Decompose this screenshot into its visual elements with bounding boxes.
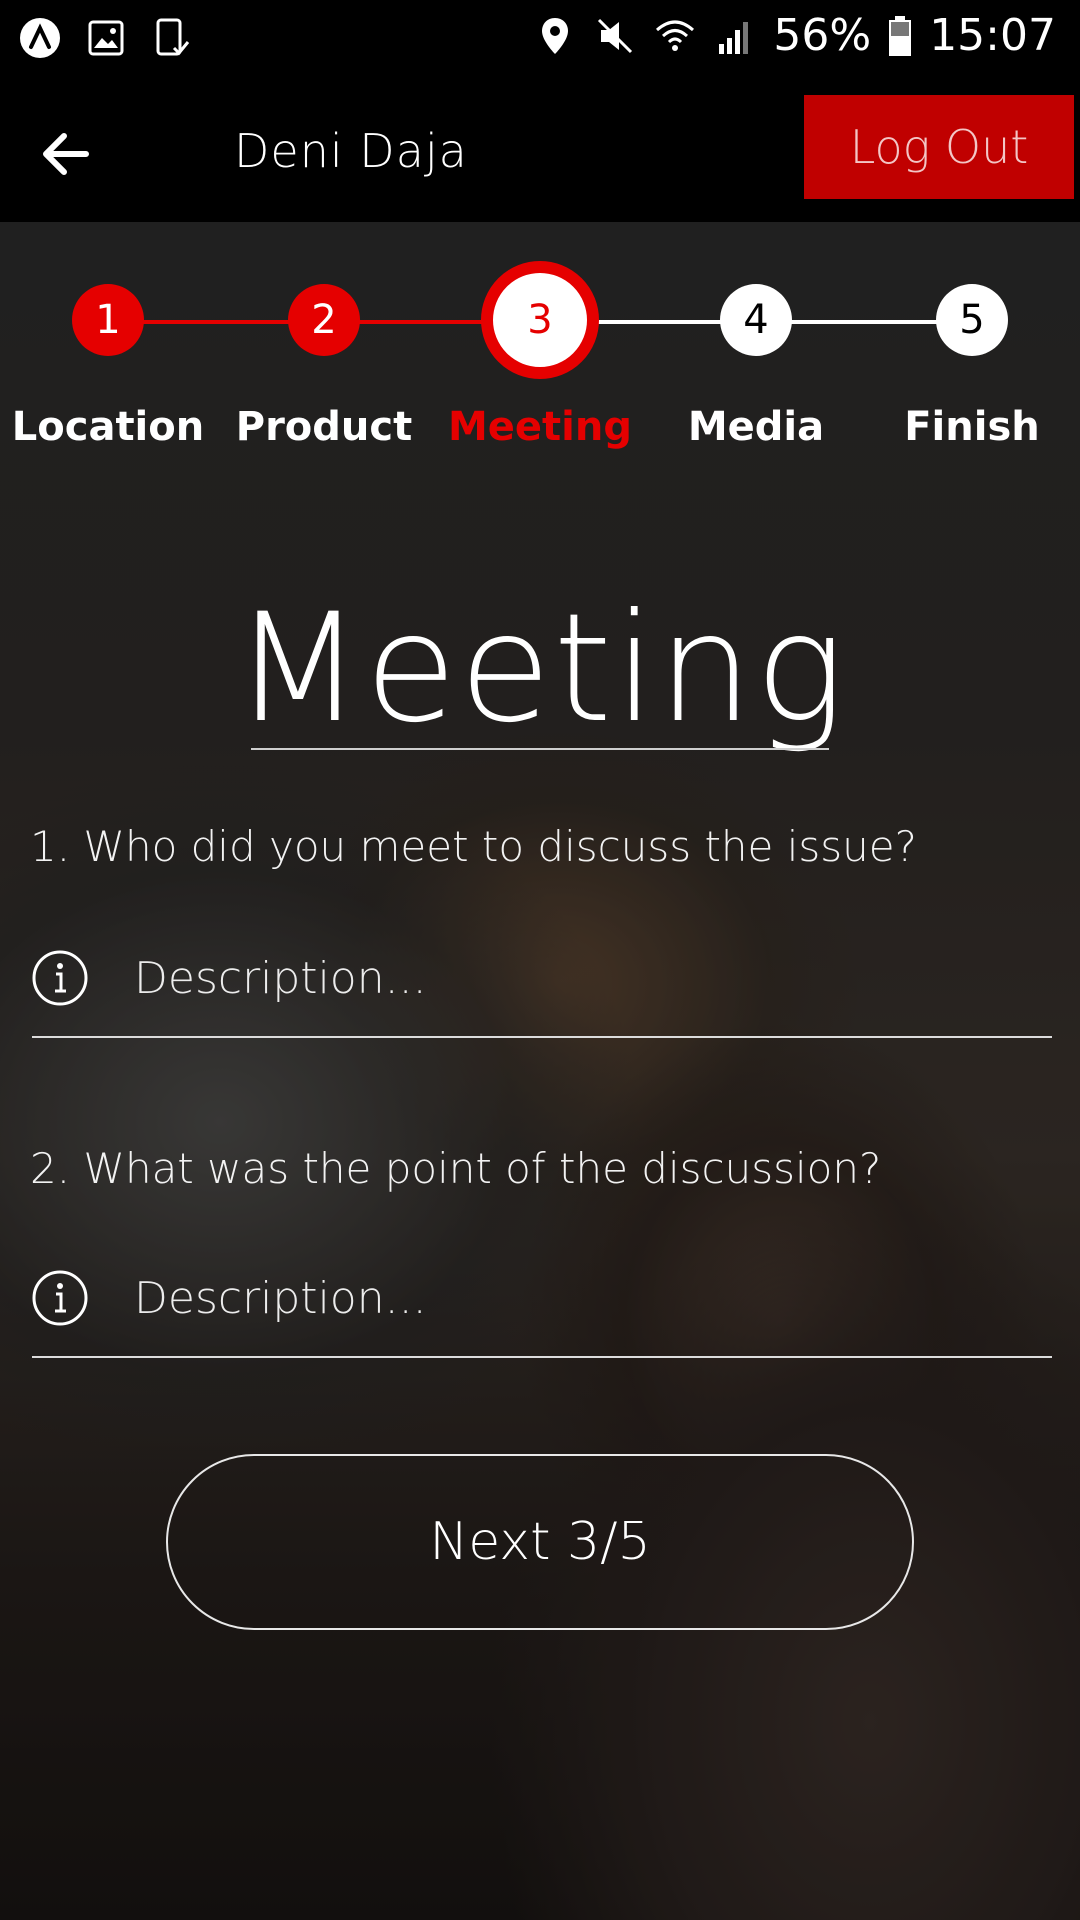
step-4-circle[interactable]: 4 [720,284,792,356]
step-2-label: Product [235,404,413,450]
question-1-label: 1. Who did you meet to discuss the issue… [30,822,917,871]
location-icon [542,17,569,54]
step-5-label: Finish [904,404,1040,450]
field-underline [32,1036,1052,1038]
info-icon [32,1270,88,1326]
logout-button[interactable]: Log Out [804,95,1074,199]
step-4-label: Media [687,404,825,450]
battery-percent: 56% [773,10,872,61]
clock: 15:07 [929,10,1056,61]
question-1-field [32,928,1052,1038]
step-1-label: Location [11,404,205,450]
step-3-circle[interactable]: 3 [481,261,599,379]
step-2-circle[interactable]: 2 [288,284,360,356]
signal-icon [719,21,749,54]
step-5-circle[interactable]: 5 [936,284,1008,356]
step-1-circle[interactable]: 1 [72,284,144,356]
next-button[interactable]: Next 3/5 [166,1454,914,1630]
question-2-input[interactable] [132,1262,1036,1334]
app-icon [20,18,60,58]
step-3-label: Meeting [447,404,632,450]
main-content: 1 2 3 4 5 Location Product Meeting Media… [0,222,1080,1920]
page-title: Meeting [233,582,847,756]
question-2-label: 2. What was the point of the discussion? [30,1144,882,1193]
app-bar: Deni Daja Log Out [0,78,1080,222]
field-underline [32,1356,1052,1358]
mute-icon [598,18,633,53]
back-arrow-icon[interactable] [36,122,100,186]
battery-icon [889,15,912,56]
status-bar: 56% 15:07 [0,0,1080,78]
wifi-icon [656,20,695,51]
question-2-field [32,1248,1052,1358]
user-name: Deni Daja [234,124,468,178]
title-underline [251,748,829,750]
progress-stepper: 1 2 3 4 5 Location Product Meeting Media… [0,222,1080,482]
info-icon [32,950,88,1006]
question-1-input[interactable] [132,942,1036,1014]
gallery-icon [88,20,124,56]
device-check-icon [156,18,190,56]
